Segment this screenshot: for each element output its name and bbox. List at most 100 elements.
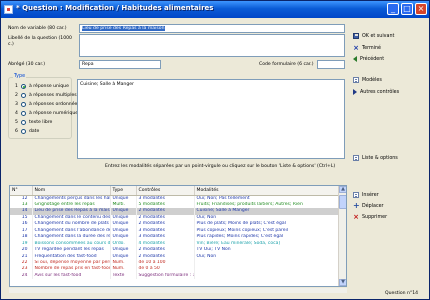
autres-controles-label: Autres contrôles <box>360 89 400 95</box>
scroll-up-button[interactable]: ▲ <box>339 186 346 193</box>
minimize-button[interactable]: _ <box>387 3 399 15</box>
cell-nom: TV regardée pendant les repas <box>32 247 111 254</box>
list-icon <box>353 155 359 161</box>
close-icon: × <box>353 44 359 52</box>
nom-label: Nom de variable (80 car.) <box>8 26 67 31</box>
close-button[interactable]: × <box>415 3 427 15</box>
ok-suivant-button[interactable]: OK et suivant <box>353 33 394 39</box>
col-header-controles[interactable]: Contrôles <box>136 186 195 196</box>
table-row[interactable]: 24 Avis sur les fast-food Texte Suggestion … <box>10 272 341 280</box>
supprimer-button[interactable]: × Supprimer <box>353 213 388 221</box>
abrege-label: Abrégé (30 car.) <box>8 62 46 67</box>
cell-num: 12 <box>10 195 33 202</box>
cell-nom: Lieu de prise des Repas à la maison <box>32 208 111 215</box>
scroll-thumb[interactable] <box>339 195 346 209</box>
cell-nom: Changements perçus dans les habitudes <box>32 195 111 202</box>
libelle-label: Libellé de la question (1000 c.) <box>8 36 72 47</box>
save-icon <box>353 33 359 39</box>
table-row[interactable]: 12Changements perçus dans les habitudesU… <box>10 195 341 202</box>
type-option-1[interactable]: 1 à réponse unique <box>15 84 69 89</box>
modalites-hint: Entrez les modalités séparées par un poi… <box>105 164 336 169</box>
col-header-modalites[interactable]: Modalités <box>194 186 341 196</box>
cell-nom: Changement du nombre de plats <box>32 221 111 228</box>
move-icon: + <box>353 201 360 210</box>
option-number: 4 <box>15 111 18 116</box>
cell-nom: Nombre de repas pris en fast-food par mo… <box>32 266 111 273</box>
maximize-button[interactable]: □ <box>401 3 413 15</box>
option-number: 2 <box>15 93 18 98</box>
deplacer-label: Déplacer <box>362 203 384 209</box>
abrege-input[interactable]: Repa <box>79 60 161 69</box>
option-number: 6 <box>15 129 18 134</box>
col-header-type[interactable]: Type <box>110 186 137 196</box>
cell-modalites: Oui; Non; Pas tellement <box>194 195 341 202</box>
scroll-down-button[interactable]: ▼ <box>339 279 346 286</box>
radio-icon[interactable] <box>20 84 26 89</box>
autres-controles-button[interactable]: Autres contrôles <box>353 89 399 95</box>
option-number: 1 <box>15 84 18 89</box>
type-option-4[interactable]: 4 à réponse numérique <box>15 111 78 116</box>
modeles-button[interactable]: Modèles <box>353 77 382 83</box>
cell-nom: Avis sur les fast-food <box>32 272 111 280</box>
radio-icon[interactable] <box>20 102 26 107</box>
modalites-value: Cuisine; Salle à Manger <box>80 82 134 87</box>
nom-input-value: Lieu de prise des Repas à la maison <box>82 26 165 31</box>
insert-icon <box>353 192 359 198</box>
window-title: * Question : Modification / Habitudes al… <box>16 4 214 12</box>
inserer-button[interactable]: Insérer <box>353 192 379 198</box>
nom-input[interactable]: Lieu de prise des Repas à la maison <box>79 24 345 33</box>
vertical-scrollbar[interactable]: ▲ ▼ <box>338 186 346 286</box>
cell-controles: 3 modalités <box>136 195 195 202</box>
precedent-label: Précédent <box>360 56 385 62</box>
option-label: texte libre <box>28 120 53 125</box>
type-option-6[interactable]: 6 date <box>15 129 39 134</box>
code-formulaire-input[interactable] <box>317 60 345 69</box>
cell-num: 24 <box>10 272 33 280</box>
template-icon <box>353 77 359 83</box>
termine-button[interactable]: × Terminé <box>353 44 381 52</box>
option-number: 5 <box>15 120 18 125</box>
type-option-2[interactable]: 2 à réponses multiples <box>15 93 77 98</box>
modalites-textarea[interactable]: Cuisine; Salle à Manger <box>77 79 345 159</box>
precedent-button[interactable]: Précédent <box>353 56 384 62</box>
option-label: date <box>28 129 40 134</box>
questions-table[interactable]: N° Nom Type Contrôles Modalités 12 Change… <box>9 185 347 287</box>
type-group: Type 1 à réponse unique 2 à réponses multi… <box>8 74 80 139</box>
col-header-num[interactable]: N° <box>10 186 33 196</box>
radio-icon[interactable] <box>20 111 26 116</box>
horizontal-scrollbar[interactable] <box>9 288 347 293</box>
radio-icon[interactable] <box>20 93 26 98</box>
back-arrow-icon <box>353 56 357 62</box>
cell-controles: Suggestion formulaire : 100 cara <box>136 272 195 280</box>
question-window: * Question : Modification / Habitudes al… <box>0 0 430 300</box>
ok-suivant-label: OK et suivant <box>362 33 395 39</box>
type-option-3[interactable]: 3 à réponses ordonnées <box>15 102 80 107</box>
cell-nom: Changement dans la durée des repas <box>32 234 111 241</box>
type-group-title: Type <box>13 74 27 79</box>
option-label: à réponses multiples <box>28 93 77 98</box>
libelle-textarea[interactable] <box>79 34 345 57</box>
option-label: à réponse numérique <box>28 111 79 116</box>
title-bar[interactable]: * Question : Modification / Habitudes al… <box>1 1 429 18</box>
code-formulaire-label: Code formulaire (6 car.) <box>259 62 314 67</box>
supprimer-label: Supprimer <box>362 214 388 220</box>
termine-label: Terminé <box>362 45 381 51</box>
cell-type: Texte <box>110 272 137 280</box>
status-question-number: Question n°14 <box>385 291 419 296</box>
liste-options-label: Liste & options <box>362 155 398 161</box>
type-option-5[interactable]: 5 texte libre <box>15 120 52 125</box>
radio-icon[interactable] <box>20 120 26 125</box>
radio-icon[interactable] <box>20 129 26 134</box>
cell-type: Unique <box>110 195 137 202</box>
option-number: 3 <box>15 102 18 107</box>
deplacer-button[interactable]: + Déplacer <box>353 201 384 210</box>
option-label: à réponse unique <box>28 84 69 89</box>
app-icon <box>4 5 13 14</box>
cell-modalites <box>194 272 341 280</box>
modeles-label: Modèles <box>362 77 382 83</box>
inserer-label: Insérer <box>362 192 379 198</box>
delete-icon: × <box>353 213 359 221</box>
col-header-nom[interactable]: Nom <box>32 186 111 196</box>
liste-options-button[interactable]: Liste & options <box>353 155 398 161</box>
option-label: à réponses ordonnées <box>28 102 80 107</box>
